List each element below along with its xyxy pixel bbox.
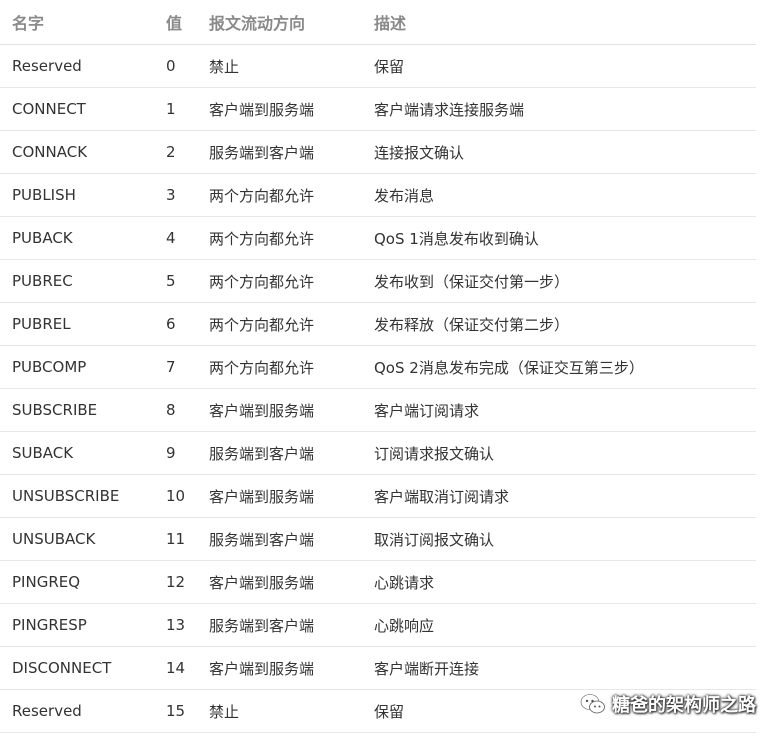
cell-value: 10: [166, 487, 186, 505]
cell-direction: 客户端到服务端: [209, 487, 315, 506]
cell-description: 客户端取消订阅请求: [374, 487, 510, 506]
table-row: DISCONNECT 14 客户端到服务端 客户端断开连接: [0, 647, 756, 690]
cell-name: PUBREL: [12, 315, 71, 333]
cell-direction: 两个方向都允许: [209, 358, 315, 377]
cell-value: 6: [166, 315, 176, 333]
cell-value: 5: [166, 272, 176, 290]
table-row: SUBSCRIBE 8 客户端到服务端 客户端订阅请求: [0, 389, 756, 432]
table-row: UNSUBSCRIBE 10 客户端到服务端 客户端取消订阅请求: [0, 475, 756, 518]
header-description: 描述: [374, 14, 407, 33]
cell-direction: 两个方向都允许: [209, 229, 315, 248]
cell-name: PUBACK: [12, 229, 73, 247]
cell-name: DISCONNECT: [12, 659, 112, 677]
cell-direction: 禁止: [209, 57, 240, 76]
cell-description: 取消订阅报文确认: [374, 530, 495, 549]
cell-description: 客户端订阅请求: [374, 401, 480, 420]
cell-value: 2: [166, 143, 176, 161]
header-name: 名字: [12, 14, 45, 33]
cell-direction: 两个方向都允许: [209, 272, 315, 291]
cell-name: PUBREC: [12, 272, 73, 290]
cell-direction: 服务端到客户端: [209, 143, 315, 162]
cell-direction: 客户端到服务端: [209, 659, 315, 678]
cell-direction: 两个方向都允许: [209, 186, 315, 205]
cell-value: 13: [166, 616, 186, 634]
cell-description: 保留: [374, 57, 405, 76]
cell-value: 12: [166, 573, 186, 591]
cell-value: 14: [166, 659, 186, 677]
watermark-text: 糖爸的架构师之路: [612, 695, 756, 716]
cell-description: 心跳响应: [374, 616, 435, 635]
cell-direction: 客户端到服务端: [209, 100, 315, 119]
cell-value: 3: [166, 186, 176, 204]
cell-name: UNSUBACK: [12, 530, 96, 548]
cell-name: PUBLISH: [12, 186, 76, 204]
cell-direction: 客户端到服务端: [209, 573, 315, 592]
table-row: PINGREQ 12 客户端到服务端 心跳请求: [0, 561, 756, 604]
cell-name: SUBSCRIBE: [12, 401, 98, 419]
table-row: UNSUBACK 11 服务端到客户端 取消订阅报文确认: [0, 518, 756, 561]
cell-value: 8: [166, 401, 176, 419]
cell-direction: 服务端到客户端: [209, 616, 315, 635]
cell-value: 7: [166, 358, 176, 376]
cell-name: CONNACK: [12, 143, 88, 161]
cell-description: 发布消息: [374, 186, 435, 205]
header-direction: 报文流动方向: [209, 14, 306, 33]
cell-description: 连接报文确认: [374, 143, 465, 162]
cell-name: PINGRESP: [12, 616, 87, 634]
packet-type-table: 名字 值 报文流动方向 描述 Reserved 0 禁止 保留 CONNECT 1 客户端到…: [0, 0, 756, 733]
watermark: 糖爸的架构师之路: [580, 691, 756, 717]
cell-name: PUBCOMP: [12, 358, 87, 376]
table-header: 名字 值 报文流动方向 描述: [0, 0, 756, 45]
cell-value: 11: [166, 530, 186, 548]
cell-name: Reserved: [12, 57, 82, 75]
cell-name: CONNECT: [12, 100, 86, 118]
cell-description: 客户端请求连接服务端: [374, 100, 525, 119]
cell-description: 发布释放（保证交付第二步）: [374, 315, 570, 334]
table-row: PINGRESP 13 服务端到客户端 心跳响应: [0, 604, 756, 647]
cell-description: 客户端断开连接: [374, 659, 480, 678]
cell-value: 15: [166, 702, 186, 720]
table-row: SUBACK 9 服务端到客户端 订阅请求报文确认: [0, 432, 756, 475]
cell-direction: 服务端到客户端: [209, 444, 315, 463]
table-row: CONNACK 2 服务端到客户端 连接报文确认: [0, 131, 756, 174]
table-row: PUBLISH 3 两个方向都允许 发布消息: [0, 174, 756, 217]
cell-direction: 两个方向都允许: [209, 315, 315, 334]
table-row: Reserved 0 禁止 保留: [0, 45, 756, 88]
header-value: 值: [166, 14, 183, 33]
cell-description: QoS 2消息发布完成（保证交互第三步）: [374, 358, 644, 377]
cell-description: 发布收到（保证交付第一步）: [374, 272, 570, 291]
cell-direction: 禁止: [209, 702, 240, 721]
cell-name: UNSUBSCRIBE: [12, 487, 120, 505]
cell-description: QoS 1消息发布收到确认: [374, 229, 539, 248]
cell-value: 1: [166, 100, 176, 118]
cell-value: 4: [166, 229, 176, 247]
cell-direction: 客户端到服务端: [209, 401, 315, 420]
cell-description: 订阅请求报文确认: [374, 444, 495, 463]
cell-description: 心跳请求: [374, 573, 435, 592]
table-row: PUBREL 6 两个方向都允许 发布释放（保证交付第二步）: [0, 303, 756, 346]
cell-direction: 服务端到客户端: [209, 530, 315, 549]
table-row: PUBCOMP 7 两个方向都允许 QoS 2消息发布完成（保证交互第三步）: [0, 346, 756, 389]
cell-name: SUBACK: [12, 444, 74, 462]
wechat-icon: [580, 693, 606, 715]
table-row: PUBREC 5 两个方向都允许 发布收到（保证交付第一步）: [0, 260, 756, 303]
cell-name: PINGREQ: [12, 573, 81, 591]
cell-value: 0: [166, 57, 176, 75]
cell-name: Reserved: [12, 702, 82, 720]
cell-value: 9: [166, 444, 176, 462]
table-body: Reserved 0 禁止 保留 CONNECT 1 客户端到服务端 客户端请求连接服务端 CO…: [0, 45, 756, 733]
table-row: PUBACK 4 两个方向都允许 QoS 1消息发布收到确认: [0, 217, 756, 260]
table-row: CONNECT 1 客户端到服务端 客户端请求连接服务端: [0, 88, 756, 131]
